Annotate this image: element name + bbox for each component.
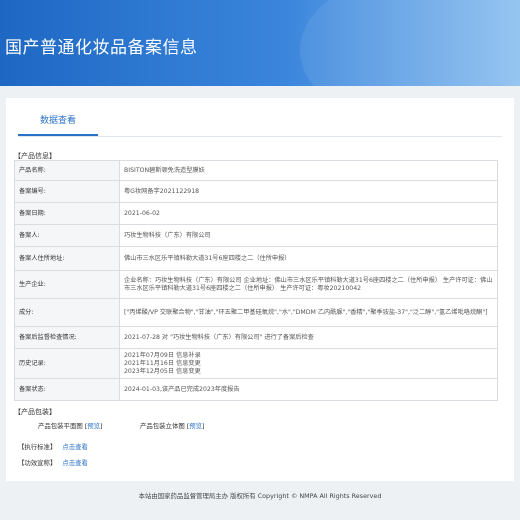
table-row: 生产企业: 企业名称：巧妆生物科技（广东）有限公司 企业地址：佛山市三水区乐平镇科… xyxy=(14,270,498,299)
table-row: 备案编号: 粤G妆网备字2021122918 xyxy=(14,180,498,203)
table-row: 备案日期: 2021-06-02 xyxy=(14,202,498,225)
package-side: 产品包装立体图 [预览] xyxy=(140,422,205,430)
tab-data-view[interactable]: 数据查看 xyxy=(18,112,98,136)
row-label: 生产企业: xyxy=(14,270,120,299)
row-label: 备案后监督检查情况: xyxy=(14,326,120,349)
efficacy-view-link[interactable]: 点击查看 xyxy=(62,459,88,467)
package-front-label: 产品包装平面图 xyxy=(38,422,83,430)
table-row: 成分: ["丙烯酸/VP 交联聚合物","甘油","环五聚二甲基硅氧烷","水",… xyxy=(14,298,498,327)
table-row: 备案人: 巧妆生物科技（广东）有限公司 xyxy=(14,224,498,247)
row-value: BISITON碧斯顿免洗造型膜妖 xyxy=(119,160,498,181)
row-value: ["丙烯酸/VP 交联聚合物","甘油","环五聚二甲基硅氧烷","水","DM… xyxy=(119,298,498,327)
package-front: 产品包装平面图 [预览] xyxy=(38,422,103,430)
package-title: 【产品包装】 xyxy=(14,408,56,416)
row-value: 粤G妆网备字2021122918 xyxy=(119,180,498,203)
table-row: 备案后监督检查情况: 2021-07-28 对 "巧妆生物科技（广东）有限公司" … xyxy=(14,326,498,349)
row-value: 企业名称：巧妆生物科技（广东）有限公司 企业地址：佛山市三水区乐平镇科勒大道31… xyxy=(119,270,498,299)
efficacy-row: 【功效宣称】 点击查看 xyxy=(18,458,88,467)
page-header: 国产普通化妆品备案信息 xyxy=(0,0,520,86)
row-label: 备案日期: xyxy=(14,202,120,225)
row-label: 成分: xyxy=(14,298,120,327)
row-label: 历史记录: xyxy=(14,348,120,379)
package-front-preview-link[interactable]: 预览 xyxy=(87,422,100,430)
row-value: 佛山市三水区乐平镇科勒大道31号6座四楼之二（住所申报） xyxy=(119,246,498,271)
standard-row: 【执行标准】 点击查看 xyxy=(18,442,88,451)
row-label: 产品名称: xyxy=(14,160,120,181)
tab-divider xyxy=(18,136,502,137)
efficacy-title: 【功效宣称】 xyxy=(18,459,57,467)
row-label: 备案人: xyxy=(14,224,120,247)
row-value: 2021-07-28 对 "巧妆生物科技（广东）有限公司" 进行了备案后检查 xyxy=(119,326,498,349)
header-decoration xyxy=(300,0,520,86)
table-row: 备案状态: 2024-01-03,该产品已完成2023年度报告 xyxy=(14,378,498,401)
row-value: 2021年07月09日 信息补录 2021年11月16日 信息变更 2023年1… xyxy=(119,348,498,379)
row-label: 备案状态: xyxy=(14,378,120,401)
row-value: 2021-06-02 xyxy=(119,202,498,225)
standard-title: 【执行标准】 xyxy=(18,443,57,451)
product-info-table: 产品名称: BISITON碧斯顿免洗造型膜妖 备案编号: 粤G妆网备字2021122… xyxy=(14,160,498,401)
package-side-label: 产品包装立体图 xyxy=(140,422,185,430)
table-row: 产品名称: BISITON碧斯顿免洗造型膜妖 xyxy=(14,160,498,181)
table-row: 历史记录: 2021年07月09日 信息补录 2021年11月16日 信息变更 2… xyxy=(14,348,498,379)
table-row: 备案人住所地址: 佛山市三水区乐平镇科勒大道31号6座四楼之二（住所申报） xyxy=(14,246,498,271)
page-title: 国产普通化妆品备案信息 xyxy=(5,38,198,58)
package-side-preview-link[interactable]: 预览 xyxy=(189,422,202,430)
row-label: 备案编号: xyxy=(14,180,120,203)
page-footer: 本站由国家药品监督管理局主办 版权所有 Copyright © NMPA All… xyxy=(138,492,382,500)
row-value: 巧妆生物科技（广东）有限公司 xyxy=(119,224,498,247)
standard-view-link[interactable]: 点击查看 xyxy=(62,443,88,451)
row-label: 备案人住所地址: xyxy=(14,246,120,271)
row-value: 2024-01-03,该产品已完成2023年度报告 xyxy=(119,378,498,401)
